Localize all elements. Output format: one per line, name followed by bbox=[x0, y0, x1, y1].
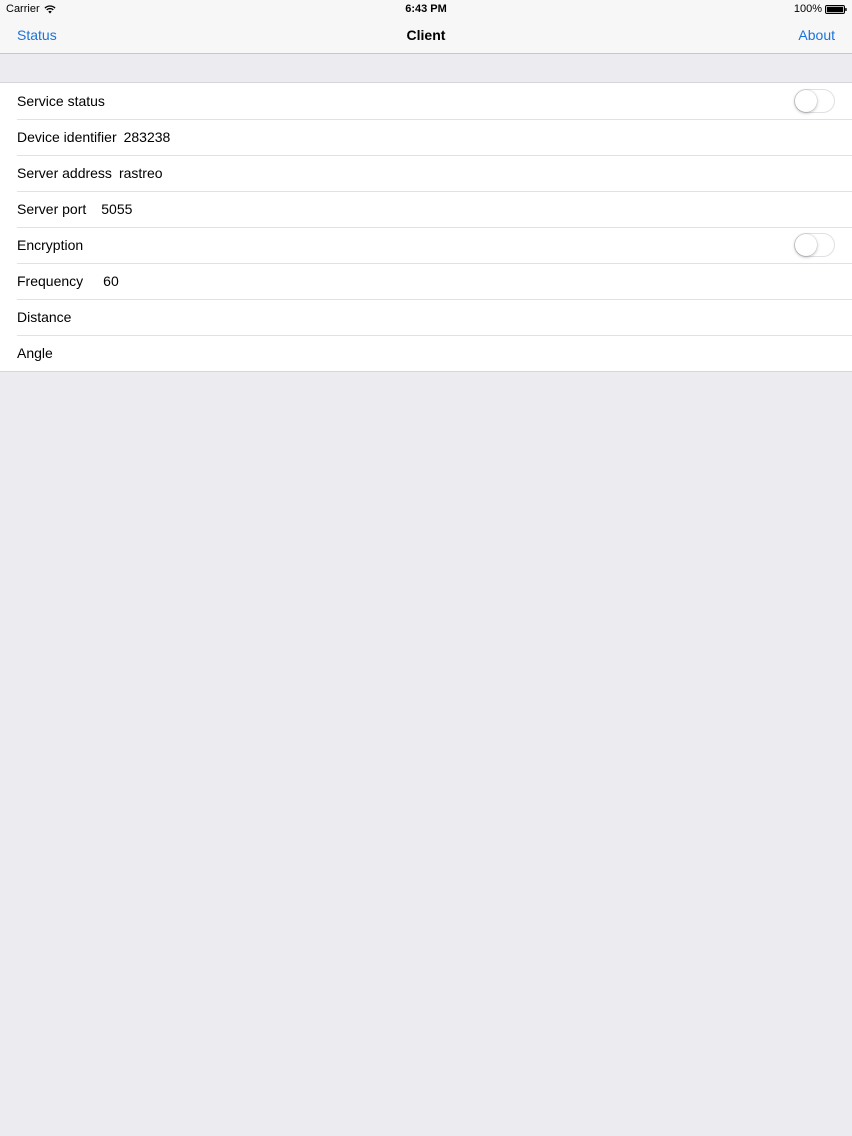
top-bar: Carrier 6:43 PM 100% Status Client About bbox=[0, 0, 852, 54]
server-address-label: Server address bbox=[17, 165, 112, 181]
encryption-label: Encryption bbox=[17, 237, 84, 253]
battery-icon bbox=[825, 4, 847, 14]
service-status-toggle[interactable] bbox=[794, 89, 835, 113]
toggle-knob bbox=[795, 90, 817, 112]
server-address-row: Server address bbox=[0, 155, 852, 191]
encryption-row: Encryption bbox=[0, 227, 852, 263]
frequency-field[interactable] bbox=[103, 273, 404, 289]
navigation-bar: Status Client About bbox=[0, 18, 852, 53]
device-identifier-label: Device identifier bbox=[17, 129, 117, 145]
distance-label: Distance bbox=[17, 309, 72, 325]
distance-row: Distance bbox=[0, 299, 852, 335]
frequency-row: Frequency bbox=[0, 263, 852, 299]
settings-table: Service status Device identifier Server … bbox=[0, 82, 852, 372]
status-bar: Carrier 6:43 PM 100% bbox=[0, 0, 852, 18]
frequency-label: Frequency bbox=[17, 273, 84, 289]
server-port-field[interactable] bbox=[101, 201, 402, 217]
service-status-row: Service status bbox=[0, 83, 852, 119]
toggle-knob bbox=[795, 234, 817, 256]
distance-field[interactable] bbox=[91, 309, 392, 325]
status-time: 6:43 PM bbox=[405, 3, 447, 15]
server-port-label: Server port bbox=[17, 201, 87, 217]
angle-row: Angle bbox=[0, 335, 852, 371]
service-status-label: Service status bbox=[17, 93, 105, 109]
page-title: Client bbox=[406, 27, 446, 43]
device-identifier-row: Device identifier bbox=[0, 119, 852, 155]
server-address-field[interactable] bbox=[118, 165, 419, 181]
battery-percent: 100% bbox=[793, 3, 822, 15]
battery-indicator: 100% bbox=[794, 3, 847, 15]
device-identifier-field[interactable] bbox=[123, 129, 424, 145]
angle-label: Angle bbox=[17, 345, 53, 361]
angle-field[interactable] bbox=[72, 345, 373, 361]
server-port-row: Server port bbox=[0, 191, 852, 227]
encryption-toggle[interactable] bbox=[794, 233, 835, 257]
about-button[interactable]: About bbox=[798, 27, 835, 43]
